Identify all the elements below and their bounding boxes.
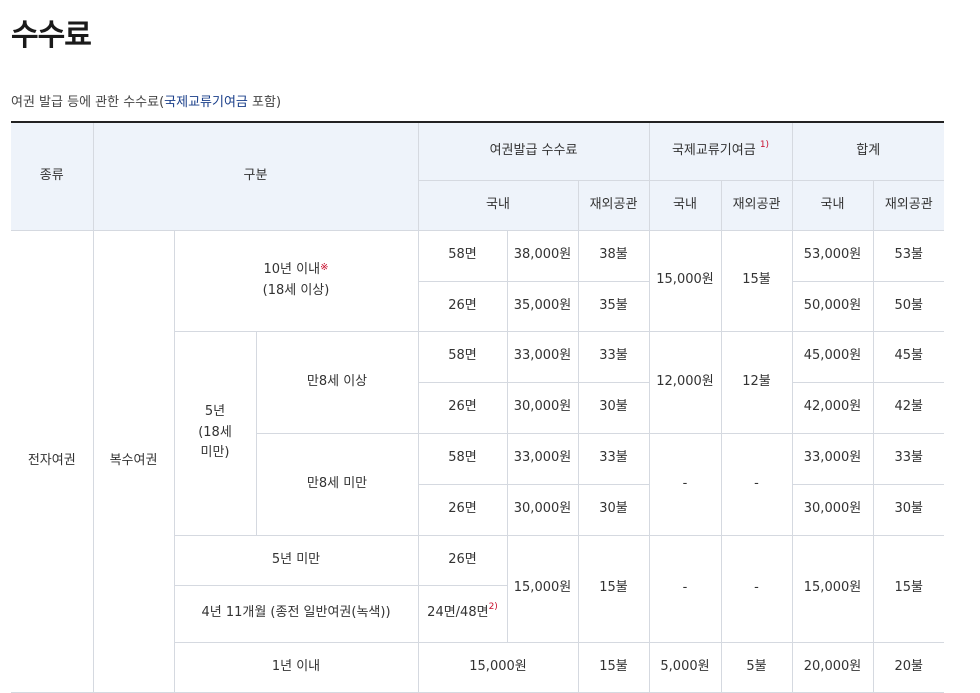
table-cell: 33,000원 xyxy=(791,432,874,485)
pages-24-48: 24면/48면 xyxy=(427,605,489,621)
table-cell: 5불 xyxy=(720,641,793,693)
table-cell: 30불 xyxy=(577,483,650,536)
table-cell: 12,000원 xyxy=(648,330,722,434)
header-total: 합계 xyxy=(791,121,945,181)
label-5yr-line2: (18세 xyxy=(198,424,232,440)
label-4yr-11mo: 4년 11개월 (종전 일반여권(녹색)) xyxy=(174,584,419,643)
table-cell: 42,000원 xyxy=(791,381,874,434)
table-cell: 26면 xyxy=(418,483,508,536)
table-cell: 15,000원 xyxy=(648,229,722,332)
table-cell: 50불 xyxy=(872,280,945,332)
header-category: 구분 xyxy=(92,121,419,231)
table-cell: 58면 xyxy=(417,330,508,383)
table-cell: 15,000원 xyxy=(506,534,579,643)
fee-table: 종류 구분 여권발급 수수료 국제교류기여금 1) 합계 국내 재외공관 국내 … xyxy=(11,121,945,693)
table-cell: 30불 xyxy=(577,381,650,434)
header-intl-fund: 국제교류기여금 1) xyxy=(648,121,793,181)
table-cell: 33불 xyxy=(872,432,945,485)
header-type: 종류 xyxy=(11,121,94,231)
table-cell: 20불 xyxy=(872,641,945,693)
page-title: 수수료 xyxy=(11,18,92,53)
table-cell: - xyxy=(720,432,793,536)
label-5yr-minor: 5년 (18세미만) xyxy=(174,330,257,536)
table-cell: 38불 xyxy=(577,229,650,282)
cell-type-e-passport: 전자여권 xyxy=(11,229,94,693)
table-cell: 33불 xyxy=(577,432,650,485)
header-total-overseas: 재외공관 xyxy=(872,179,945,231)
table-cell: 58면 xyxy=(417,432,508,485)
table-cell: 26면 xyxy=(418,381,508,434)
label-age8-under: 만8세 미만 xyxy=(256,432,419,536)
caption-prefix: 여권 발급 등에 관한 수수료( xyxy=(11,95,165,110)
label-age8-over: 만8세 이상 xyxy=(255,330,419,434)
table-cell: 45불 xyxy=(872,330,945,383)
table-cell: 15불 xyxy=(577,641,650,693)
table-cell: 15,000원 xyxy=(791,534,874,643)
table-cell: 15,000원 xyxy=(417,641,579,693)
table-cell: 20,000원 xyxy=(791,641,874,693)
table-cell: 45,000원 xyxy=(791,330,874,383)
table-cell: 42불 xyxy=(872,381,945,434)
label-5yr-line1: 5년 xyxy=(204,403,226,419)
table-cell: - xyxy=(648,534,722,643)
table-cell: 30,000원 xyxy=(506,483,579,536)
table-cell: 53불 xyxy=(872,229,945,282)
table-cell: 15불 xyxy=(720,229,793,332)
table-cell: - xyxy=(720,534,793,643)
table-cell: 35불 xyxy=(577,280,650,332)
header-fund-domestic: 국내 xyxy=(648,179,722,231)
table-cell: 5,000원 xyxy=(648,641,722,693)
header-fund-overseas: 재외공관 xyxy=(720,179,793,231)
table-cell: 24면/48면2) xyxy=(417,584,507,643)
label-10yr-line1: 10년 이내 xyxy=(263,261,321,277)
header-total-domestic: 국내 xyxy=(791,179,874,231)
label-under-5yr: 5년 미만 xyxy=(174,534,419,586)
table-cell: 50,000원 xyxy=(791,280,874,332)
caption-highlight: 국제교류기여금 xyxy=(164,95,248,110)
table-cell: 26면 xyxy=(418,280,508,332)
note-mark: ※ xyxy=(320,261,329,273)
footnote-2: 2) xyxy=(488,602,498,613)
table-cell: 33불 xyxy=(577,330,650,383)
table-cell: 12불 xyxy=(720,330,793,434)
table-cell: 33,000원 xyxy=(506,330,579,383)
table-cell: 15불 xyxy=(577,534,650,643)
table-cell: 30,000원 xyxy=(506,381,579,434)
label-1yr: 1년 이내 xyxy=(174,641,419,693)
table-cell: 30,000원 xyxy=(791,483,874,536)
header-issue-overseas: 재외공관 xyxy=(577,179,650,231)
table-caption: 여권 발급 등에 관한 수수료(국제교류기여금 포함) xyxy=(11,91,281,110)
table-cell: 53,000원 xyxy=(791,229,874,282)
label-10yr-line2: (18세 이상) xyxy=(262,282,330,298)
footnote-1: 1) xyxy=(759,139,770,150)
header-issue-fee: 여권발급 수수료 xyxy=(417,121,650,181)
cell-subtype-multiple: 복수여권 xyxy=(92,229,175,693)
table-cell: 26면 xyxy=(417,534,508,586)
table-cell: 58면 xyxy=(417,229,508,282)
caption-suffix: 포함) xyxy=(247,95,282,110)
table-cell: 15불 xyxy=(872,534,945,643)
table-cell: - xyxy=(648,432,722,536)
label-5yr-line3: 미만) xyxy=(200,445,230,461)
header-issue-domestic: 국내 xyxy=(418,179,579,231)
table-cell: 30불 xyxy=(872,483,945,536)
table-cell: 33,000원 xyxy=(506,432,579,485)
label-10yr: 10년 이내※ (18세 이상) xyxy=(173,229,419,332)
table-cell: 35,000원 xyxy=(506,280,579,332)
table-cell: 38,000원 xyxy=(506,229,579,282)
intl-fund-label: 국제교류기여금 xyxy=(671,142,756,158)
